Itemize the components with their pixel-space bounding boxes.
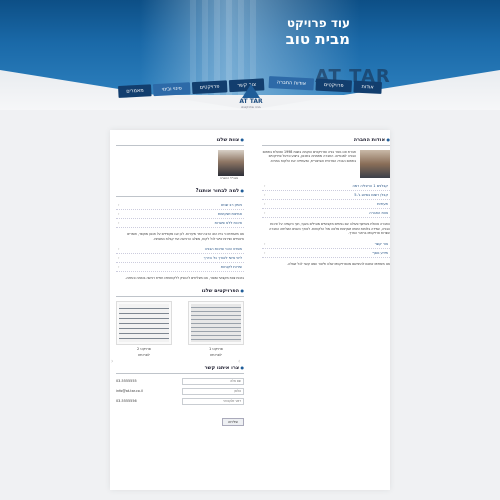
why-links: ניסיון רב שנים ‹ אמינות ושקיפות ‹ איכות לל… [116, 201, 244, 228]
list-item[interactable]: ניסיון רב שנים ‹ [116, 201, 244, 210]
logo-tagline: בניה ופרויקטים [241, 105, 261, 109]
ceo-caption: מנכ"ל החברה [219, 176, 239, 180]
list-item-label: קבלן רשום בסיווג ג'-5 [354, 193, 388, 197]
fax-text: 03-5555556 [116, 399, 137, 403]
ceo-photo [218, 150, 244, 176]
list-item-label: ניסיון רב שנים [221, 203, 242, 207]
list-item-label: צור קשר [374, 241, 388, 246]
project-card[interactable]: פרויקט 1 לפרטים [188, 300, 244, 357]
chevron-left-icon: ‹ [118, 247, 120, 251]
chevron-left-icon[interactable]: ‹ [111, 358, 113, 365]
chevron-left-icon: ‹ [264, 211, 266, 215]
why-links-2: מפרט טכני ואיכות הבניה ‹ ליווי אישי לאורך… [116, 245, 244, 272]
phone-text: 03-5555555 [116, 379, 137, 383]
send-button[interactable]: שליחה [221, 417, 244, 426]
team-title: צוות שלנו [116, 137, 244, 146]
list-item-label: איכות ללא פשרות [214, 221, 242, 225]
site-logo[interactable]: AT TAR בניה ופרויקטים [234, 84, 268, 109]
logo-triangle-icon [242, 84, 260, 98]
about-title: אודות החברה [262, 137, 390, 146]
nav-item[interactable]: אודות החברה [268, 76, 315, 91]
chevron-left-icon: ‹ [118, 212, 120, 216]
list-item[interactable]: צוות החברה ‹ [262, 209, 390, 218]
contact-title: צרו איתנו קשר [116, 365, 244, 374]
list-item[interactable]: מפרט טכני ואיכות הבניה ‹ [116, 245, 244, 254]
project-image [188, 300, 244, 345]
list-item[interactable]: שירות לקוחות ‹ [116, 263, 244, 272]
list-item-label: אמינות ושקיפות [217, 212, 242, 216]
list-item-label: ליווי אישי לאורך כל הדרך [203, 256, 242, 260]
chevron-left-icon: ‹ [264, 241, 266, 246]
nav-item[interactable]: פינוי ובינוי [153, 82, 191, 97]
about-links-2: צור קשר ‹ מידע נוסף ‹ [262, 240, 390, 258]
about-photo [360, 150, 390, 178]
list-item-label: מידע נוסף [372, 250, 388, 255]
why-paragraph-2: בזכות צוות מקצועי ומסור, אנו מצליחים להע… [125, 276, 244, 280]
list-item-label: קבלנים 1 הרצליה רמה [352, 184, 388, 188]
list-item[interactable]: קבלנים 1 הרצליה רמה ‹ [262, 182, 390, 191]
list-item[interactable]: קבלן רשום בסיווג ג'-5 ‹ [262, 191, 390, 200]
list-item-label: תעודות [377, 202, 388, 206]
contact-row: 03-5555556 [116, 397, 244, 405]
contact-row: 03-5555555 [116, 377, 244, 385]
team-block: מנכ"ל החברה [116, 150, 244, 180]
project-caption: פרויקט 2 [137, 346, 151, 351]
list-item[interactable]: מידע נוסף ‹ [262, 249, 390, 258]
hero-title-small: עוד פרויקט [286, 16, 350, 30]
chevron-left-icon: ‹ [118, 221, 120, 225]
list-item[interactable]: אמינות ושקיפות ‹ [116, 210, 244, 219]
send-row: שליחה [116, 408, 244, 427]
about-links: קבלנים 1 הרצליה רמה ‹ קבלן רשום בסיווג ג'… [262, 182, 390, 218]
email-text: info@at-tar.co.il [116, 389, 143, 393]
project-caption: פרויקט 1 [209, 346, 223, 351]
list-item[interactable]: איכות ללא פשרות ‹ [116, 219, 244, 228]
email-field[interactable] [182, 397, 244, 405]
list-item-label: שירות לקוחות [220, 265, 242, 269]
about-block: חברת אט-טאר בניה ופרויקטים הוקמה בשנת 19… [262, 150, 390, 178]
chevron-right-icon[interactable]: › [238, 358, 240, 365]
about-paragraph: החברה פועלת בשיתוף פעולה עם גורמים מקצוע… [269, 222, 390, 235]
contact-row: info@at-tar.co.il [116, 387, 244, 395]
nav-item[interactable]: פרויקטים [315, 78, 352, 93]
hero-title-big: מבית טוב [285, 30, 350, 48]
projects-title: הפרויקטים שלנו [116, 288, 244, 297]
list-item[interactable]: צור קשר ‹ [262, 240, 390, 249]
list-item-label: צוות החברה [369, 211, 388, 215]
chevron-left-icon: ‹ [118, 265, 120, 269]
project-image [116, 300, 172, 345]
about-column: אודות החברה חברת אט-טאר בניה ופרויקטים ה… [262, 137, 390, 266]
project-card[interactable]: פרויקט 2 לפרטים [116, 300, 172, 357]
nav-item[interactable]: פרויקטים [191, 80, 228, 95]
chevron-left-icon: ‹ [264, 250, 266, 255]
chevron-left-icon: ‹ [118, 203, 120, 207]
logo-name: AT TAR [239, 98, 263, 105]
about-paragraph-2: אנו מזמינים אתכם להתרשם מהפרויקטים שלנו … [286, 261, 390, 266]
chevron-left-icon: ‹ [264, 184, 266, 188]
why-title: למה לבחור אותנו? [116, 188, 244, 197]
list-item-label: מפרט טכני ואיכות הבניה [204, 247, 242, 251]
projects-carousel: פרויקט 1 לפרטים פרויקט 2 לפרטים [116, 300, 244, 357]
list-item[interactable]: תעודות ‹ [262, 200, 390, 209]
list-item[interactable]: ליווי אישי לאורך כל הדרך ‹ [116, 254, 244, 263]
chevron-left-icon: ‹ [118, 256, 120, 260]
why-paragraph: אנו מאמינים כי בית הוא הרבה יותר מקירות.… [127, 232, 244, 241]
name-field[interactable] [182, 377, 244, 385]
phone-field[interactable] [182, 387, 244, 395]
about-text: חברת אט-טאר בניה ופרויקטים הוקמה בשנת 19… [262, 150, 356, 163]
chevron-left-icon: ‹ [264, 202, 266, 206]
chevron-left-icon: ‹ [264, 193, 266, 197]
project-sub: לפרטים [210, 352, 222, 357]
side-column: צוות שלנו מנכ"ל החברה למה לבחור אותנו? נ… [116, 137, 244, 427]
ceo-card: מנכ"ל החברה [214, 150, 244, 180]
nav-item[interactable]: מאמרים [118, 84, 152, 98]
nav-item[interactable]: אודות [353, 80, 382, 94]
project-sub: לפרטים [138, 352, 150, 357]
